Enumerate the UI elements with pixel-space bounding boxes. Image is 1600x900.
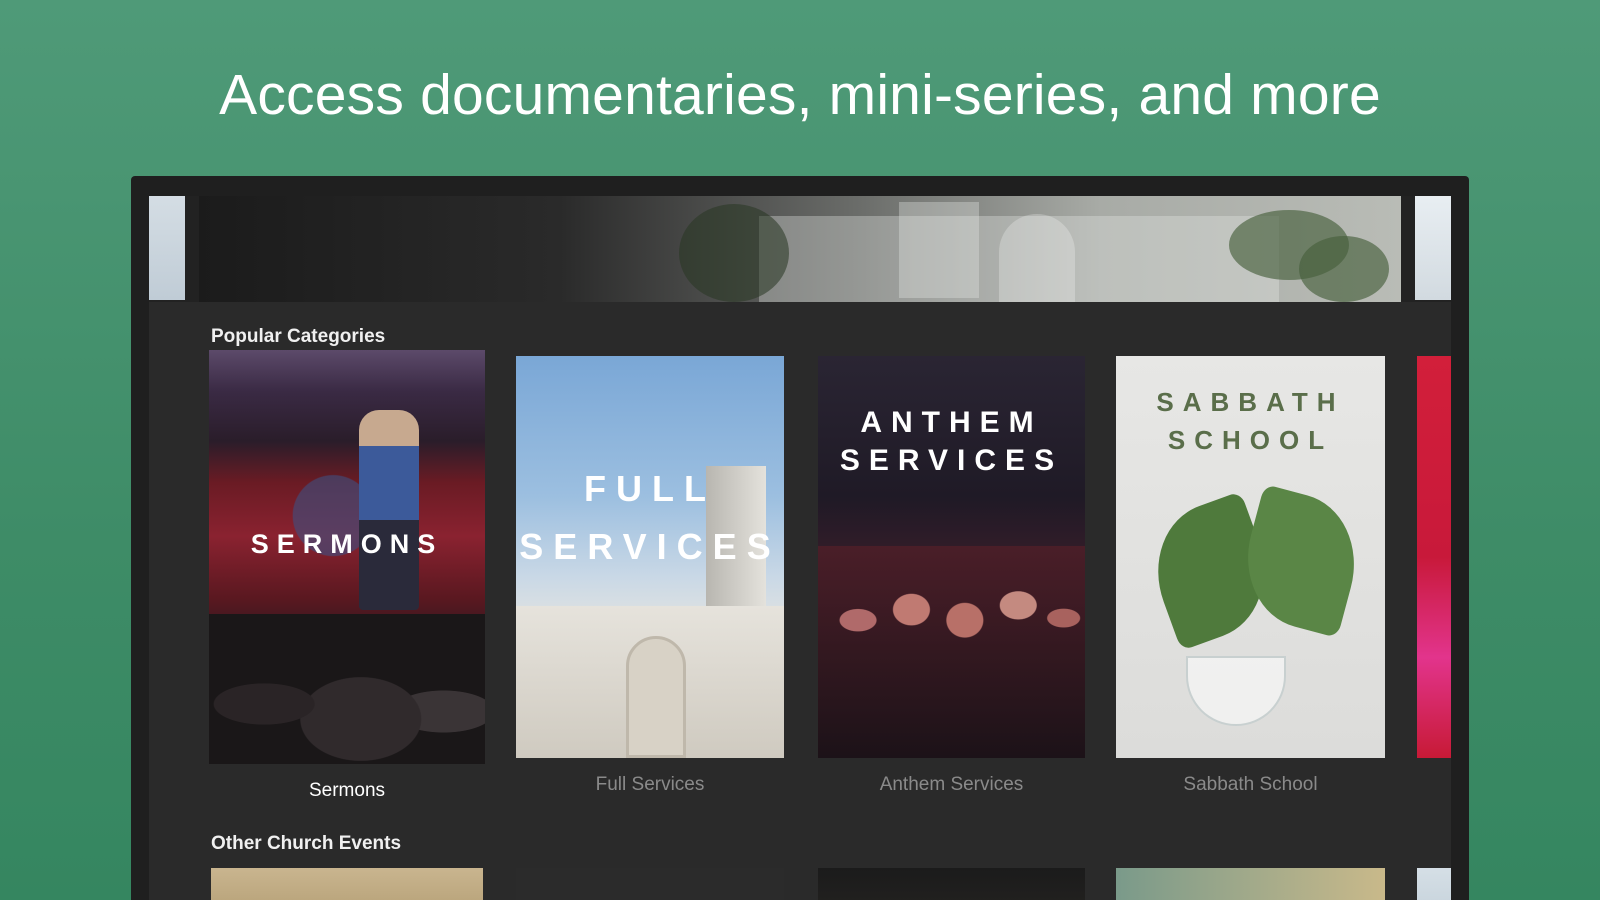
card-caption-sermons: Sermons — [308, 780, 386, 801]
event-card[interactable] — [818, 868, 1085, 900]
tv-frame: Popular Categories SERMONS Sermons FULL S… — [131, 176, 1469, 900]
headline: Access documentaries, mini-series, and m… — [219, 63, 1381, 127]
audience-silhouette — [209, 614, 485, 764]
speaker-figure — [359, 410, 419, 610]
section-title-other: Other Church Events — [211, 833, 402, 854]
banner-tree — [679, 204, 789, 302]
hero-next-peek[interactable] — [1415, 196, 1451, 300]
card-art — [1116, 868, 1385, 900]
category-card-anthem-services[interactable]: ANTHEM SERVICES — [818, 356, 1085, 758]
card-art — [516, 868, 784, 900]
card-art — [211, 868, 483, 900]
event-card[interactable] — [211, 868, 483, 900]
hero-banner[interactable] — [199, 196, 1401, 302]
card-title-text: SABBATH SCHOOL — [1156, 387, 1345, 455]
card-caption-full-services: Full Services — [595, 774, 705, 795]
crowd-silhouette — [818, 546, 1085, 758]
event-card[interactable] — [516, 868, 784, 900]
tv-screen: Popular Categories SERMONS Sermons FULL S… — [149, 196, 1451, 900]
category-card-sabbath-school[interactable]: SABBATH SCHOOL — [1116, 356, 1385, 758]
banner-tree — [1299, 236, 1389, 302]
card-caption-anthem-services: Anthem Services — [879, 774, 1024, 795]
event-card[interactable] — [1116, 868, 1385, 900]
hero-banner-row — [149, 196, 1451, 302]
card-art — [1417, 356, 1451, 758]
church-arch — [626, 636, 686, 758]
card-art — [1417, 868, 1451, 900]
category-card-peek[interactable] — [1417, 356, 1451, 758]
category-card-sermons[interactable]: SERMONS — [209, 350, 485, 764]
card-caption-sabbath-school: Sabbath School — [1183, 774, 1318, 795]
event-card-peek[interactable] — [1417, 868, 1451, 900]
banner-tower — [899, 202, 979, 298]
category-card-full-services[interactable]: FULL SERVICES — [516, 356, 784, 758]
section-title-popular: Popular Categories — [211, 326, 386, 347]
card-art — [818, 868, 1085, 900]
card-title-text: SERMONS — [250, 529, 444, 559]
card-title-text: FULL SERVICES — [519, 468, 781, 567]
hero-prev-peek[interactable] — [149, 196, 185, 300]
card-title-text: ANTHEM SERVICES — [839, 406, 1064, 477]
banner-arch — [999, 214, 1075, 302]
